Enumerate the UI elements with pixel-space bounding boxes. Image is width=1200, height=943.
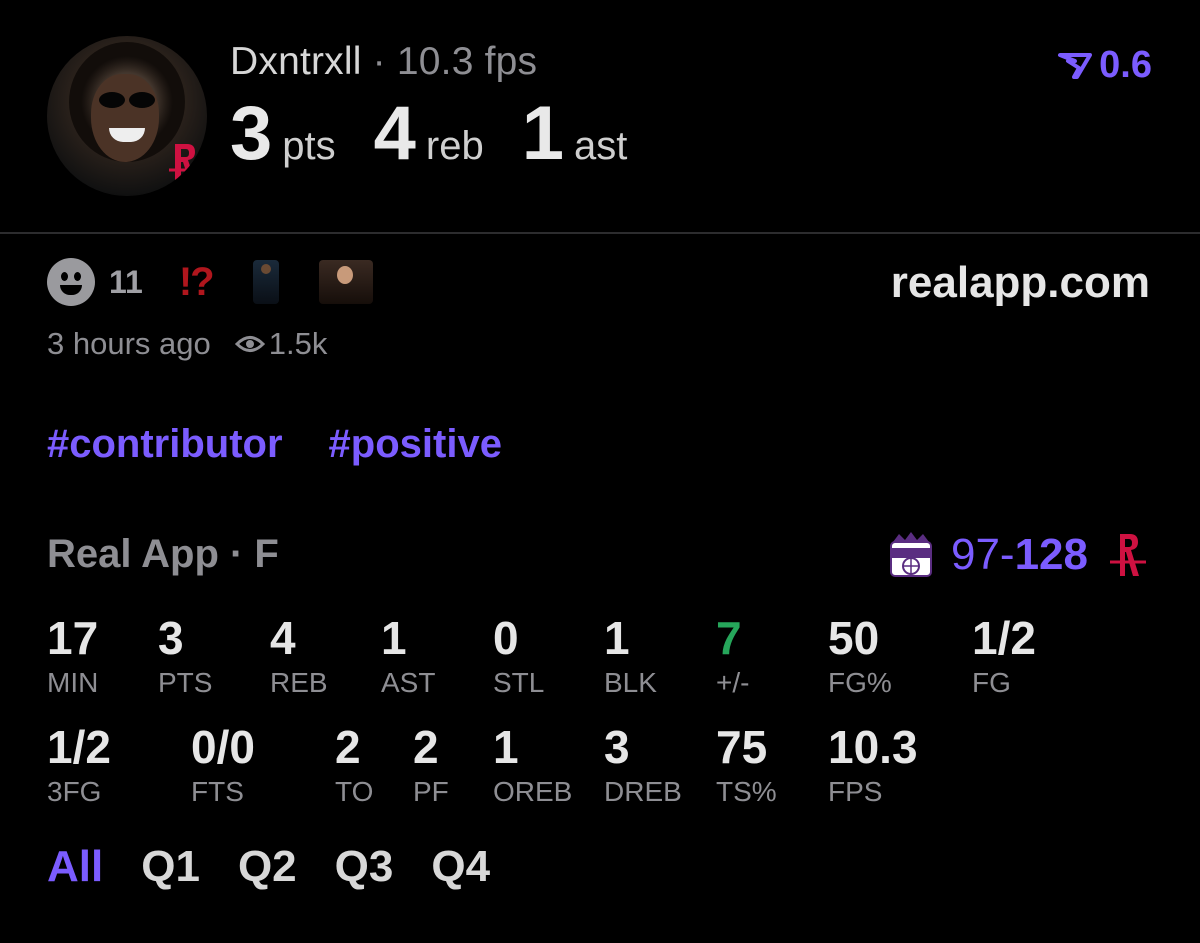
tab-q4[interactable]: Q4 <box>431 842 490 892</box>
stat-plus-minus: 7 +/- <box>716 615 836 697</box>
stat-label: REB <box>270 667 328 698</box>
stat-blk: 1 BLK <box>604 615 724 697</box>
statline-pts-value: 3 <box>230 91 273 176</box>
statline: 3 pts 4 reb 1 ast <box>230 96 665 172</box>
interrobang-reaction-icon[interactable]: !? <box>179 260 215 305</box>
score-text: 97-128 <box>951 530 1088 580</box>
stat-label: 3FG <box>47 776 102 807</box>
stat-3fg: 1/2 3FG <box>47 724 167 806</box>
rating-value: 0.6 <box>1099 44 1152 86</box>
stat-value: 3 <box>158 612 184 664</box>
rockets-logo-icon <box>1110 534 1146 576</box>
username[interactable]: Dxntrxll <box>230 40 362 83</box>
stat-label: MIN <box>47 667 99 698</box>
stat-value: 1/2 <box>47 721 111 773</box>
stat-oreb: 1 OREB <box>493 724 613 806</box>
stat-label: +/- <box>716 667 750 698</box>
stat-value: 1 <box>381 612 407 664</box>
post-meta: 3 hours ago 1.5k <box>47 326 327 362</box>
statline-ast-unit: ast <box>574 124 628 168</box>
stat-value: 2 <box>413 721 439 773</box>
smiley-reaction-icon[interactable] <box>47 258 95 306</box>
separator-dot: · <box>372 40 386 83</box>
stat-value: 2 <box>335 721 361 773</box>
stat-value: 17 <box>47 612 99 664</box>
stat-label: FTS <box>191 776 244 807</box>
stat-value: 0 <box>493 612 519 664</box>
stat-fg: 1/2 FG <box>972 615 1092 697</box>
stat-value: 1/2 <box>972 612 1036 664</box>
stat-value: 0/0 <box>191 721 255 773</box>
rating[interactable]: 0.6 <box>1057 44 1152 87</box>
stat-fg-pct: 50 FG% <box>828 615 948 697</box>
fps-text: 10.3 fps <box>396 40 538 83</box>
score-rockets: 128 <box>1014 530 1088 579</box>
reaction-count: 11 <box>109 263 143 300</box>
tab-all[interactable]: All <box>47 842 103 892</box>
tab-q1[interactable]: Q1 <box>141 842 200 892</box>
reactions-row: 11 !? <box>47 258 413 306</box>
stat-label: BLK <box>604 667 657 698</box>
stat-pts: 3 PTS <box>158 615 278 697</box>
stat-value: 1 <box>604 612 630 664</box>
score-kings: 97 <box>950 530 1000 579</box>
tag-positive[interactable]: #positive <box>329 422 502 467</box>
reaction-photo-2[interactable] <box>318 260 373 304</box>
stat-label: FG% <box>828 667 892 698</box>
stat-label: PTS <box>158 667 213 698</box>
game-score[interactable]: 97-128 <box>887 530 1148 580</box>
stat-label: FG <box>972 667 1011 698</box>
stat-stl: 0 STL <box>493 615 613 697</box>
eye-icon <box>234 336 265 352</box>
stat-label: TS% <box>716 776 777 807</box>
league-position: Real App · F <box>47 532 279 576</box>
stat-ts-pct: 75 TS% <box>716 724 836 806</box>
rating-icon <box>1058 52 1093 79</box>
tag-contributor[interactable]: #contributor <box>47 422 283 467</box>
quarter-tabs: All Q1 Q2 Q3 Q4 <box>47 842 528 892</box>
stat-value: 7 <box>716 612 742 664</box>
site-link[interactable]: realapp.com <box>891 258 1150 308</box>
stat-dreb: 3 DREB <box>604 724 724 806</box>
stat-label: TO <box>335 776 374 807</box>
stat-label: FPS <box>828 776 883 807</box>
stat-value: 10.3 <box>828 721 918 773</box>
stat-to: 2 TO <box>335 724 405 806</box>
tab-q2[interactable]: Q2 <box>238 842 297 892</box>
stat-label: PF <box>413 776 449 807</box>
avatar-face <box>91 74 159 162</box>
reaction-photo-1[interactable] <box>252 260 279 304</box>
tags: #contributor #positive <box>47 422 548 467</box>
stat-ast: 1 AST <box>381 615 501 697</box>
statline-reb-value: 4 <box>373 91 416 176</box>
statline-pts-unit: pts <box>282 124 336 168</box>
stat-value: 3 <box>604 721 630 773</box>
score-dash: - <box>999 530 1015 579</box>
stat-min: 17 MIN <box>47 615 167 697</box>
stat-fps: 10.3 FPS <box>828 724 948 806</box>
stat-fts: 0/0 FTS <box>191 724 311 806</box>
username-line: Dxntrxll · 10.3 fps <box>230 40 537 84</box>
stat-reb: 4 REB <box>270 615 390 697</box>
avatar[interactable] <box>47 36 207 196</box>
stat-value: 75 <box>716 721 768 773</box>
stat-label: AST <box>381 667 436 698</box>
stat-value: 50 <box>828 612 880 664</box>
stat-label: STL <box>493 667 545 698</box>
divider <box>0 232 1200 234</box>
stat-label: DREB <box>604 776 682 807</box>
tab-q3[interactable]: Q3 <box>335 842 394 892</box>
statline-reb-unit: reb <box>425 124 484 168</box>
view-count: 1.5k <box>268 326 328 361</box>
stat-label: OREB <box>493 776 573 807</box>
kings-logo-icon <box>889 532 932 577</box>
avatar-sunglasses <box>99 92 159 108</box>
stat-pf: 2 PF <box>413 724 483 806</box>
time-ago: 3 hours ago <box>47 326 211 361</box>
stat-value: 1 <box>493 721 519 773</box>
stat-value: 4 <box>270 612 296 664</box>
statline-ast-value: 1 <box>521 91 565 176</box>
rockets-logo-icon <box>169 144 201 184</box>
